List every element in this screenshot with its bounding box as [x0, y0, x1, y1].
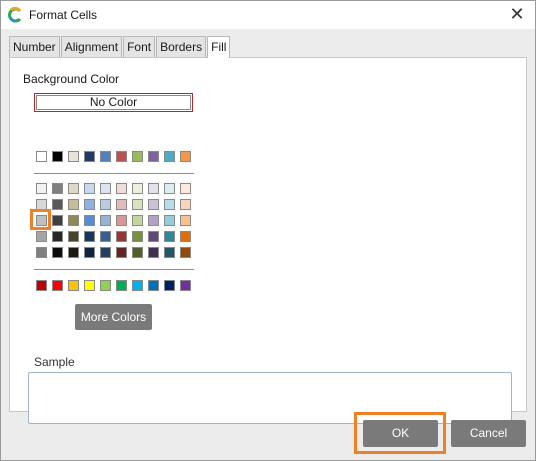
close-icon[interactable]: ✕: [505, 3, 529, 27]
color-swatch-shade3-4[interactable]: [100, 215, 111, 226]
color-swatch-shade2-4[interactable]: [100, 199, 111, 210]
color-swatch-shade3-5[interactable]: [116, 215, 127, 226]
color-swatch-shade4-8[interactable]: [164, 231, 175, 242]
color-swatch-shade5-8[interactable]: [164, 247, 175, 258]
color-swatch-standard-9[interactable]: [180, 280, 191, 291]
color-swatch-shade5-3[interactable]: [84, 247, 95, 258]
no-color-button[interactable]: No Color: [34, 93, 193, 112]
color-swatch-shade4-4[interactable]: [100, 231, 111, 242]
tab-strip: Number Alignment Font Borders Fill: [9, 36, 231, 58]
window-title: Format Cells: [29, 8, 98, 22]
more-colors-button[interactable]: More Colors: [75, 304, 152, 330]
color-swatch-shade3-9[interactable]: [180, 215, 191, 226]
color-swatch-shade4-6[interactable]: [132, 231, 143, 242]
format-app-icon: [8, 7, 22, 23]
color-swatch-shade4-0[interactable]: [36, 231, 47, 242]
color-swatch-shade4-2[interactable]: [68, 231, 79, 242]
color-swatch-theme-7[interactable]: [148, 151, 159, 162]
cancel-button[interactable]: Cancel: [451, 420, 526, 447]
color-swatch-shade3-3[interactable]: [84, 215, 95, 226]
color-swatch-standard-4[interactable]: [100, 280, 111, 291]
color-swatch-standard-8[interactable]: [164, 280, 175, 291]
color-swatch-shade1-5[interactable]: [116, 183, 127, 194]
color-swatch-shade2-7[interactable]: [148, 199, 159, 210]
ok-button[interactable]: OK: [363, 420, 438, 447]
color-swatch-standard-7[interactable]: [148, 280, 159, 291]
color-swatch-shade5-7[interactable]: [148, 247, 159, 258]
color-swatch-shade4-3[interactable]: [84, 231, 95, 242]
color-swatch-shade3-8[interactable]: [164, 215, 175, 226]
selected-swatch-highlight: [30, 209, 51, 230]
color-swatch-shade3-7[interactable]: [148, 215, 159, 226]
color-swatch-shade1-3[interactable]: [84, 183, 95, 194]
tab-number[interactable]: Number: [9, 36, 60, 57]
color-swatch-shade2-3[interactable]: [84, 199, 95, 210]
color-swatch-standard-5[interactable]: [116, 280, 127, 291]
color-swatch-standard-2[interactable]: [68, 280, 79, 291]
color-swatch-theme-8[interactable]: [164, 151, 175, 162]
sample-label: Sample: [34, 355, 75, 369]
tab-alignment[interactable]: Alignment: [60, 36, 123, 57]
color-swatch-shade1-2[interactable]: [68, 183, 79, 194]
color-swatch-shade2-8[interactable]: [164, 199, 175, 210]
color-swatch-shade1-6[interactable]: [132, 183, 143, 194]
color-swatch-shade2-1[interactable]: [52, 199, 63, 210]
color-swatch-shade5-6[interactable]: [132, 247, 143, 258]
color-swatch-shade4-9[interactable]: [180, 231, 191, 242]
color-swatch-theme-6[interactable]: [132, 151, 143, 162]
color-swatch-shade2-2[interactable]: [68, 199, 79, 210]
color-swatch-theme-1[interactable]: [52, 151, 63, 162]
color-swatch-shade4-7[interactable]: [148, 231, 159, 242]
color-swatch-shade1-8[interactable]: [164, 183, 175, 194]
color-swatch-shade4-1[interactable]: [52, 231, 63, 242]
palette-divider-top: [34, 173, 194, 174]
background-color-label: Background Color: [23, 72, 120, 86]
color-swatch-shade3-2[interactable]: [68, 215, 79, 226]
fill-panel: Background Color No Color More Colors Sa…: [9, 57, 527, 424]
color-swatch-shade4-5[interactable]: [116, 231, 127, 242]
color-swatch-shade5-4[interactable]: [100, 247, 111, 258]
color-swatch-shade1-7[interactable]: [148, 183, 159, 194]
color-swatch-standard-3[interactable]: [84, 280, 95, 291]
color-swatch-standard-1[interactable]: [52, 280, 63, 291]
color-swatch-theme-0[interactable]: [36, 151, 47, 162]
color-swatch-shade2-5[interactable]: [116, 199, 127, 210]
color-swatch-shade1-1[interactable]: [52, 183, 63, 194]
color-swatch-shade2-9[interactable]: [180, 199, 191, 210]
format-cells-dialog: Format Cells ✕ Number Alignment Font Bor…: [0, 0, 536, 461]
color-swatch-theme-3[interactable]: [84, 151, 95, 162]
tab-font[interactable]: Font: [123, 36, 156, 57]
no-color-label: No Color: [36, 95, 191, 110]
color-swatch-standard-0[interactable]: [36, 280, 47, 291]
color-swatch-shade5-2[interactable]: [68, 247, 79, 258]
palette-divider-bottom: [34, 269, 194, 270]
color-swatch-theme-5[interactable]: [116, 151, 127, 162]
color-swatch-shade2-6[interactable]: [132, 199, 143, 210]
color-swatch-shade1-0[interactable]: [36, 183, 47, 194]
color-swatch-shade5-0[interactable]: [36, 247, 47, 258]
tab-fill[interactable]: Fill: [207, 36, 231, 58]
color-swatch-shade1-4[interactable]: [100, 183, 111, 194]
tab-borders[interactable]: Borders: [156, 36, 207, 57]
title-bar: Format Cells ✕: [1, 1, 535, 29]
color-swatch-standard-6[interactable]: [132, 280, 143, 291]
color-swatch-shade5-5[interactable]: [116, 247, 127, 258]
color-swatch-shade1-9[interactable]: [180, 183, 191, 194]
color-swatch-shade3-6[interactable]: [132, 215, 143, 226]
dialog-body: Number Alignment Font Borders Fill Backg…: [1, 29, 535, 460]
color-swatch-theme-2[interactable]: [68, 151, 79, 162]
color-swatch-theme-9[interactable]: [180, 151, 191, 162]
color-swatch-shade5-1[interactable]: [52, 247, 63, 258]
color-swatch-shade5-9[interactable]: [180, 247, 191, 258]
color-swatch-shade3-1[interactable]: [52, 215, 63, 226]
color-swatch-theme-4[interactable]: [100, 151, 111, 162]
